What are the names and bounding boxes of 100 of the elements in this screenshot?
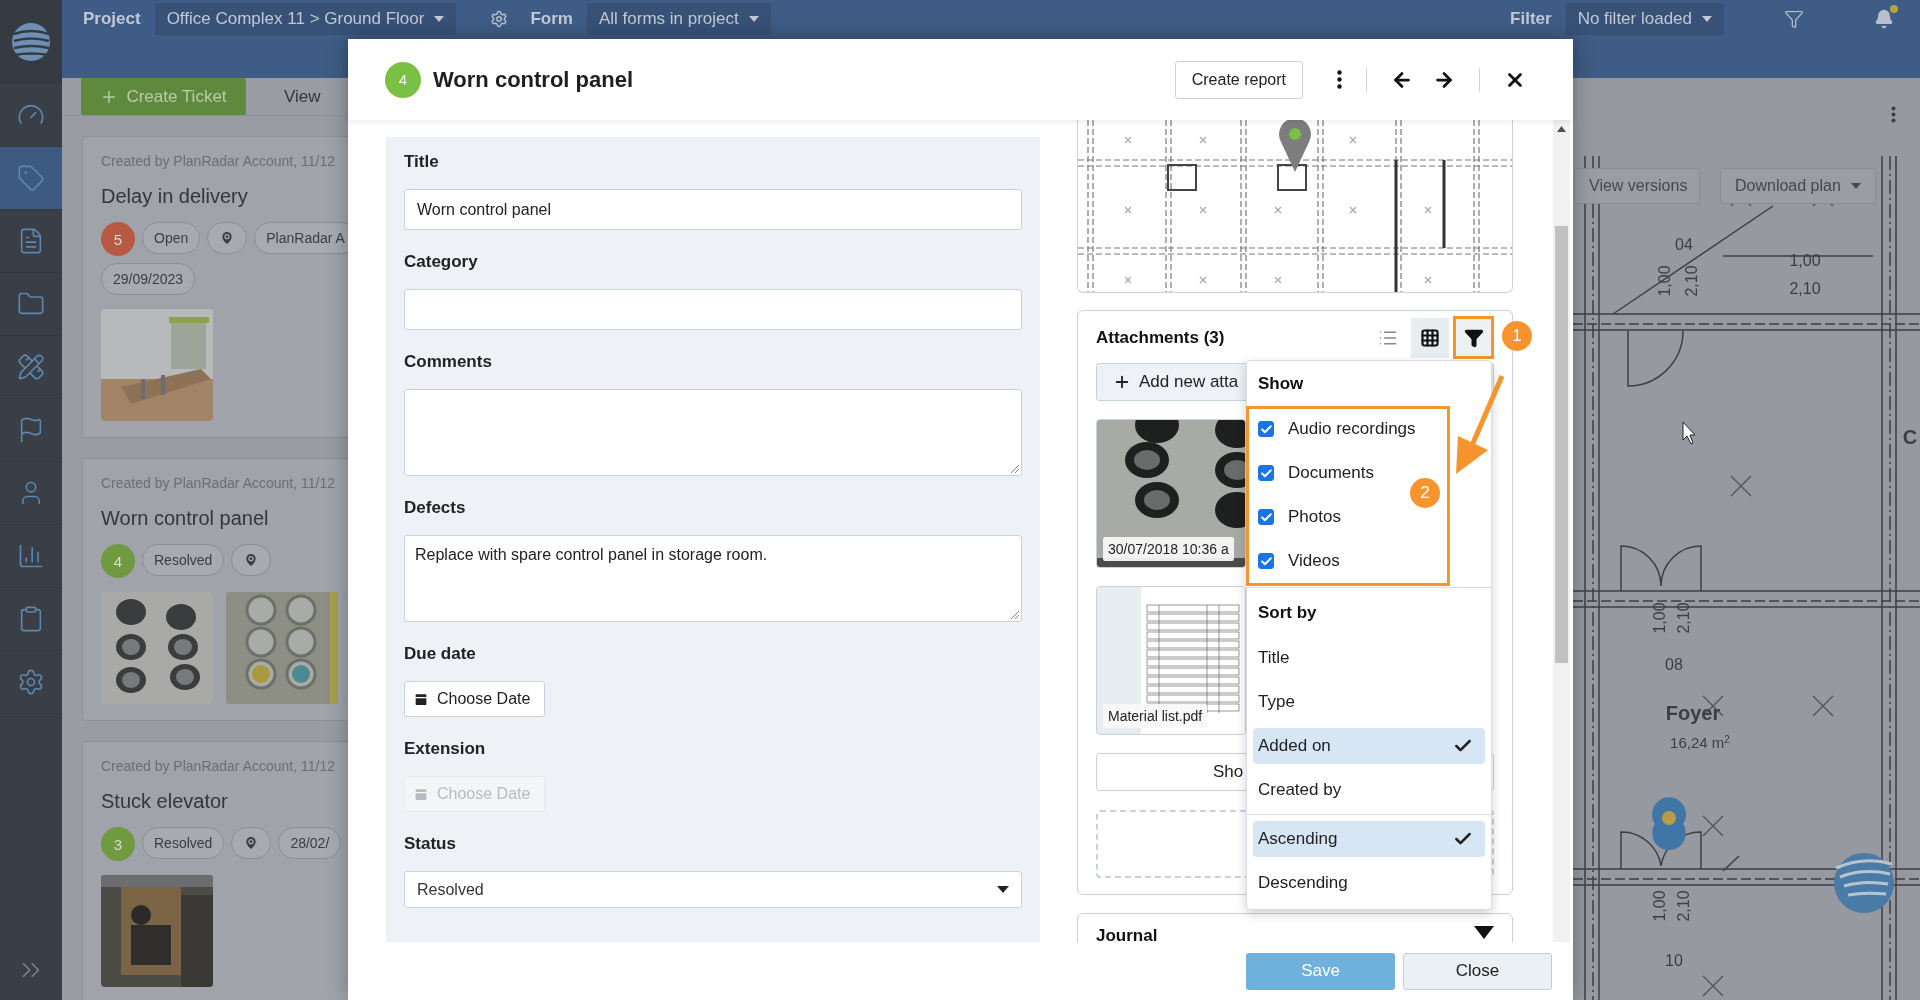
text-field[interactable]: Worn control panel: [404, 189, 1022, 230]
checkmark-icon: [1259, 466, 1273, 480]
text-area[interactable]: Replace with spare control panel in storage room.: [404, 535, 1022, 622]
sort-order-option[interactable]: Descending: [1253, 865, 1485, 901]
attachment-thumbnail[interactable]: Material list.pdf: [1096, 586, 1246, 735]
filter-button[interactable]: [1453, 316, 1494, 359]
dimension-label: 1,00: [1789, 252, 1821, 269]
checkmark-icon: [1259, 422, 1273, 436]
ticket-number: 5: [101, 222, 135, 256]
settings-icon: [17, 668, 45, 696]
info-chip: PlanRadar A: [254, 222, 348, 254]
checkbox[interactable]: [1258, 553, 1274, 569]
dimension-label: 1,00: [1651, 890, 1668, 922]
status-chip: Resolved: [142, 827, 225, 859]
form-label: Form: [530, 8, 573, 30]
cursor-icon: [1682, 421, 1696, 445]
menu-heading: Sort by: [1257, 602, 1318, 624]
info-chip: 29/09/2023: [101, 263, 196, 295]
attachment-caption: Material list.pdf: [1103, 704, 1208, 728]
field-label: Due date: [404, 643, 476, 665]
sort-option[interactable]: Added on: [1253, 728, 1485, 764]
ticket-number: 4: [385, 61, 421, 98]
date-picker-button[interactable]: Choose Date: [404, 681, 546, 717]
view-label: View: [284, 86, 321, 107]
dimension-label: 2,10: [1683, 265, 1700, 297]
attachments-title: Attachments (3): [1096, 327, 1225, 348]
dimension-label: 04: [1675, 236, 1693, 253]
plus-icon: [1113, 373, 1131, 391]
room-label: C: [1902, 426, 1918, 448]
status-chip: Resolved: [142, 544, 225, 576]
menu-checkbox-item[interactable]: Documents: [1247, 451, 1378, 495]
area-label: 16,24 m$^{2}$: [1670, 733, 1730, 751]
dimension-label: 1,00: [1651, 602, 1668, 634]
room-label: Foyer: [1665, 702, 1721, 724]
caret-icon: [434, 16, 445, 22]
striped-sphere-icon: [1834, 853, 1894, 913]
filter-icon[interactable]: [1784, 9, 1804, 29]
caret-icon[interactable]: [1474, 926, 1494, 939]
map-pin-icon: [243, 552, 260, 568]
close-dialog-button[interactable]: Close: [1403, 952, 1552, 990]
map-pin-icon: [243, 835, 260, 851]
field-label: Category: [404, 251, 478, 273]
scrollbar-thumb[interactable]: [1555, 226, 1568, 663]
bar-chart-icon: [17, 542, 45, 570]
caret-icon: [997, 886, 1009, 893]
field-label: Title: [404, 151, 439, 173]
attachment-caption: 30/07/2018 10:36 a: [1103, 537, 1234, 561]
project-dropdown[interactable]: Office Complex 11 > Ground Floor: [154, 3, 457, 35]
sort-option[interactable]: Created by: [1253, 772, 1485, 808]
sidebar-item[interactable]: [0, 147, 62, 210]
download-plan-button[interactable]: Download plan: [1720, 168, 1876, 204]
scroll-up-icon[interactable]: [1557, 126, 1566, 132]
menu-heading: Show: [1257, 373, 1305, 395]
checkbox[interactable]: [1258, 509, 1274, 525]
sort-order-option[interactable]: Ascending: [1253, 821, 1485, 857]
dialog-title: Worn control panel: [433, 66, 634, 93]
field-label: Status: [404, 833, 456, 855]
checkbox[interactable]: [1258, 465, 1274, 481]
tag-icon: [17, 164, 45, 192]
filter-icon: [1463, 327, 1484, 348]
checkbox[interactable]: [1258, 421, 1274, 437]
form-dropdown[interactable]: All forms in project: [586, 3, 771, 35]
filter-label: Filter: [1510, 8, 1552, 30]
checkbox-label: Documents: [1288, 463, 1374, 483]
ticket-title: Stuck elevator: [101, 790, 229, 813]
caret-icon: [1702, 16, 1712, 22]
checkmark-icon: [1259, 554, 1273, 568]
text-field[interactable]: [404, 289, 1022, 330]
checkbox-label: Photos: [1288, 507, 1341, 527]
menu-checkbox-item[interactable]: Videos: [1247, 539, 1344, 583]
dimension-label: 1,00: [1656, 265, 1673, 297]
create-report-button[interactable]: Create report: [1174, 60, 1303, 99]
menu-checkbox-item[interactable]: Photos: [1247, 495, 1345, 539]
dimension-label: 2,10: [1789, 280, 1821, 297]
status-select[interactable]: Resolved: [404, 871, 1022, 908]
resize-grip-icon[interactable]: [1010, 464, 1019, 473]
notification-dot: [1890, 5, 1898, 13]
calendar-icon: [413, 691, 429, 707]
attachment-thumbnail[interactable]: 30/07/2018 10:36 a: [1096, 419, 1246, 568]
calendar-icon: [413, 786, 429, 802]
resize-grip-icon[interactable]: [1010, 610, 1019, 619]
more-icon: [1337, 70, 1342, 89]
sort-option[interactable]: Title: [1253, 640, 1485, 676]
scrollbar[interactable]: [1553, 120, 1570, 942]
field-label: Extension: [404, 738, 486, 760]
more-icon[interactable]: [1891, 106, 1896, 123]
sort-option[interactable]: Type: [1253, 684, 1485, 720]
ticket-number: 4: [101, 544, 135, 578]
ticket-title: Delay in delivery: [101, 185, 249, 208]
checkbox-label: Audio recordings: [1288, 419, 1416, 439]
checkbox-label: Videos: [1288, 551, 1340, 571]
grid-view-button[interactable]: [1411, 317, 1449, 358]
filter-dropdown[interactable]: No filter loaded: [1565, 3, 1724, 35]
status-chip: Open: [142, 222, 201, 254]
notification-icon[interactable]: [1874, 9, 1894, 29]
menu-checkbox-item[interactable]: Audio recordings: [1247, 407, 1420, 451]
settings-icon[interactable]: [490, 10, 509, 28]
ruler-pencil-icon: [17, 353, 45, 381]
dimension-label: 2,10: [1675, 602, 1692, 634]
project-label: Project: [83, 8, 141, 30]
